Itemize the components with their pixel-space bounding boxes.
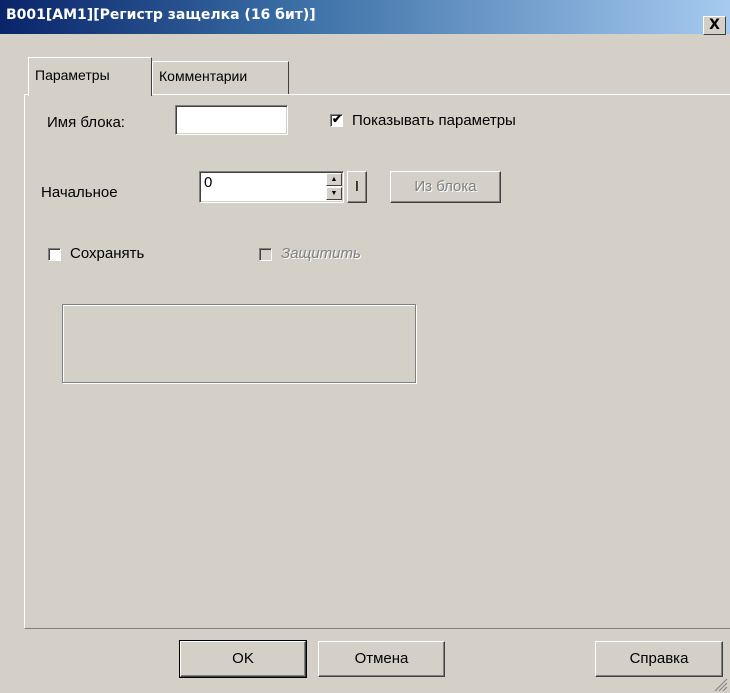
cancel-label: Отмена <box>354 650 409 667</box>
ok-label: OK <box>232 650 254 667</box>
arrow-up-icon: ▲ <box>330 176 338 183</box>
panel-content: Имя блока: ✔ Показывать параметры Началь… <box>0 0 730 693</box>
empty-group-box <box>62 304 416 383</box>
save-label: Сохранять <box>70 245 145 262</box>
protect-label: Защитить <box>281 245 361 262</box>
show-params-checkbox[interactable]: ✔ <box>330 112 343 127</box>
initial-suffix-button[interactable]: I <box>347 171 367 203</box>
from-block-button: Из блока <box>390 171 501 203</box>
help-label: Справка <box>629 650 689 667</box>
show-params-label: Показывать параметры <box>352 112 516 129</box>
protect-checkbox <box>259 248 272 261</box>
block-name-label: Имя блока: <box>47 114 125 131</box>
block-name-input[interactable] <box>175 105 288 135</box>
initial-value-text: 0 <box>204 174 213 191</box>
initial-suffix-label: I <box>354 178 360 195</box>
ok-button[interactable]: OK <box>180 641 306 677</box>
check-icon: ✔ <box>332 112 343 126</box>
spin-down-button[interactable]: ▼ <box>326 187 342 200</box>
cancel-button[interactable]: Отмена <box>318 641 445 677</box>
initial-label: Начальное <box>41 184 118 201</box>
help-button[interactable]: Справка <box>595 641 723 677</box>
initial-value-input[interactable]: 0 <box>199 171 344 203</box>
resize-grip-icon[interactable] <box>712 676 728 692</box>
arrow-down-icon: ▼ <box>330 190 338 197</box>
spin-up-button[interactable]: ▲ <box>326 173 342 186</box>
from-block-label: Из блока <box>414 178 477 195</box>
save-checkbox[interactable] <box>48 248 61 261</box>
